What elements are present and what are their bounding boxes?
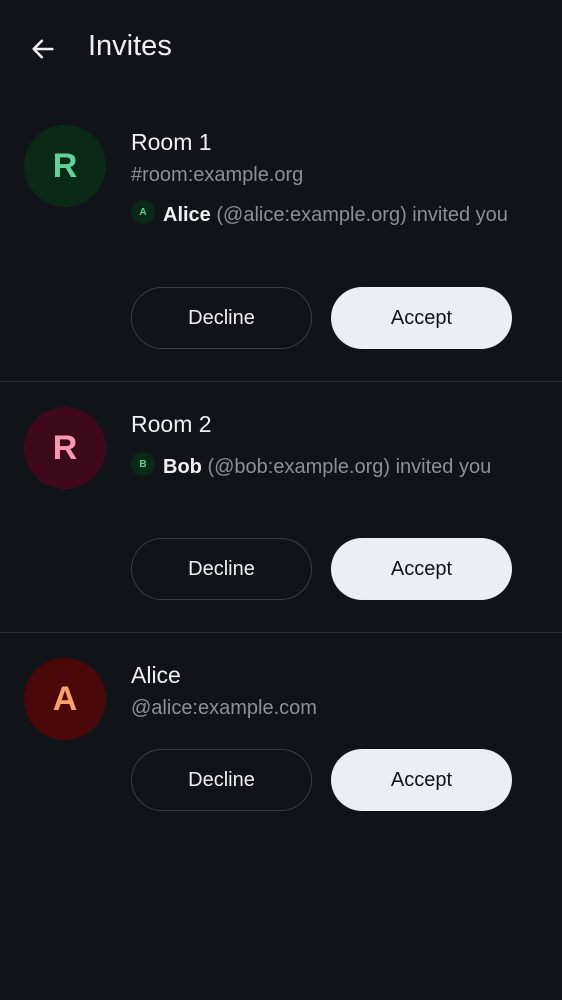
top-app-bar: Invites [0, 0, 562, 100]
inviter-info: B Bob (@bob:example.org) invited you [131, 452, 521, 483]
invite-item: R Room 1 #room:example.org A Alice (@ali… [0, 100, 562, 382]
decline-button[interactable]: Decline [131, 749, 312, 811]
inviter-id: (@bob:example.org) invited you [207, 456, 492, 478]
decline-button[interactable]: Decline [131, 287, 312, 349]
inviter-name: Alice [163, 204, 211, 226]
invite-item: R Room 2 B Bob (@bob:example.org) invite… [0, 382, 562, 633]
decline-button[interactable]: Decline [131, 538, 312, 600]
room-name: Room 2 [131, 411, 212, 437]
accept-button[interactable]: Accept [331, 749, 512, 811]
room-avatar: R [24, 407, 106, 489]
arrow-left-icon [32, 39, 54, 59]
inviter-avatar: A [131, 200, 155, 224]
user-id: @alice:example.com [131, 697, 317, 719]
inviter-name: Bob [163, 456, 202, 478]
inviter-info: A Alice (@alice:example.org) invited you [131, 200, 521, 231]
invite-item: A Alice @alice:example.com Decline Accep… [0, 633, 562, 833]
accept-button[interactable]: Accept [331, 538, 512, 600]
user-name: Alice [131, 662, 181, 688]
inviter-avatar: B [131, 452, 155, 476]
room-avatar: R [24, 125, 106, 207]
inviter-id: (@alice:example.org) invited you [216, 204, 508, 226]
accept-button[interactable]: Accept [331, 287, 512, 349]
page-title: Invites [88, 30, 172, 62]
room-name: Room 1 [131, 129, 212, 155]
back-button[interactable] [26, 32, 60, 66]
room-alias: #room:example.org [131, 164, 304, 186]
user-avatar: A [24, 658, 106, 740]
